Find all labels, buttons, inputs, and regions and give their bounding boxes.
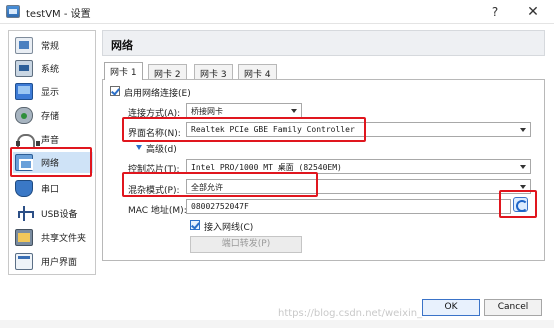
chevron-down-icon	[520, 128, 526, 132]
attached-to-value: 桥接网卡	[191, 107, 223, 116]
sidebar-item-label: 共享文件夹	[41, 234, 87, 244]
sidebar-item-general[interactable]: 常规	[13, 35, 93, 56]
section-header: 网络	[102, 30, 545, 56]
mac-address-input[interactable]: 08002752047F	[186, 199, 511, 214]
tab-adapter-2[interactable]: 网卡 2	[148, 64, 187, 80]
page-title: 网络	[111, 39, 133, 52]
tab-adapter-1[interactable]: 网卡 1	[104, 62, 143, 80]
chevron-down-icon	[520, 165, 526, 169]
audio-icon	[15, 131, 40, 148]
sidebar-item-serial-port[interactable]: 串口	[13, 178, 93, 199]
sidebar-item-label: 显示	[41, 88, 60, 98]
highlight-box-refresh-mac	[499, 190, 537, 218]
chevron-down-icon	[291, 109, 297, 113]
tab-adapter-3[interactable]: 网卡 3	[194, 64, 233, 80]
help-button[interactable]: ?	[486, 3, 504, 21]
sidebar-item-user-interface[interactable]: 用户界面	[13, 251, 93, 272]
background-window-strip	[0, 320, 554, 328]
sidebar-item-label: 串口	[41, 185, 60, 195]
system-icon	[15, 60, 33, 77]
adapter-type-value: Intel PRO/1000 MT 桌面 (82540EM)	[191, 163, 342, 172]
expand-arrow-icon[interactable]	[136, 145, 142, 150]
sidebar-item-label: 存储	[41, 112, 60, 122]
sidebar-item-display[interactable]: 显示	[13, 81, 93, 102]
cable-connected-label: 接入网线(C)	[204, 223, 254, 233]
title-bar: testVM - 设置 ? ✕	[0, 0, 554, 24]
user-interface-icon	[15, 253, 33, 270]
port-forwarding-button[interactable]: 端口转发(P)	[190, 236, 302, 253]
sidebar-item-label: 声音	[41, 136, 60, 146]
tab-adapter-4[interactable]: 网卡 4	[238, 64, 277, 80]
mac-address-label: MAC 地址(M):	[128, 206, 187, 216]
highlight-box-adapter-name	[122, 117, 366, 142]
shared-folder-icon	[15, 229, 33, 246]
sidebar-item-storage[interactable]: 存储	[13, 105, 93, 126]
highlight-box-promiscuous	[122, 172, 318, 197]
sidebar-item-label: 系统	[41, 65, 60, 75]
ok-button[interactable]: OK	[422, 299, 480, 316]
attached-to-select[interactable]: 桥接网卡	[186, 103, 302, 118]
chevron-down-icon	[520, 185, 526, 189]
cable-connected-checkbox[interactable]	[190, 220, 200, 230]
sidebar-item-shared-folders[interactable]: 共享文件夹	[13, 227, 93, 248]
sidebar-item-label: 常规	[41, 42, 60, 52]
enable-adapter-checkbox[interactable]	[110, 86, 120, 96]
usb-icon	[15, 205, 34, 222]
serial-port-icon	[15, 180, 33, 197]
highlight-box-network	[10, 147, 92, 177]
close-button[interactable]: ✕	[524, 3, 542, 21]
display-icon	[15, 83, 33, 100]
storage-icon	[15, 107, 33, 124]
cancel-button[interactable]: Cancel	[484, 299, 542, 316]
general-icon	[15, 37, 33, 54]
window-title: testVM - 设置	[26, 9, 91, 20]
sidebar-item-usb[interactable]: USB设备	[13, 203, 93, 224]
advanced-toggle[interactable]: 高级(d)	[146, 142, 177, 155]
virtualbox-icon	[6, 5, 20, 18]
sidebar-item-label: USB设备	[41, 210, 78, 220]
sidebar-item-label: 用户界面	[41, 258, 78, 268]
enable-adapter-label: 启用网络连接(E)	[124, 89, 191, 99]
sidebar-item-system[interactable]: 系统	[13, 58, 93, 79]
